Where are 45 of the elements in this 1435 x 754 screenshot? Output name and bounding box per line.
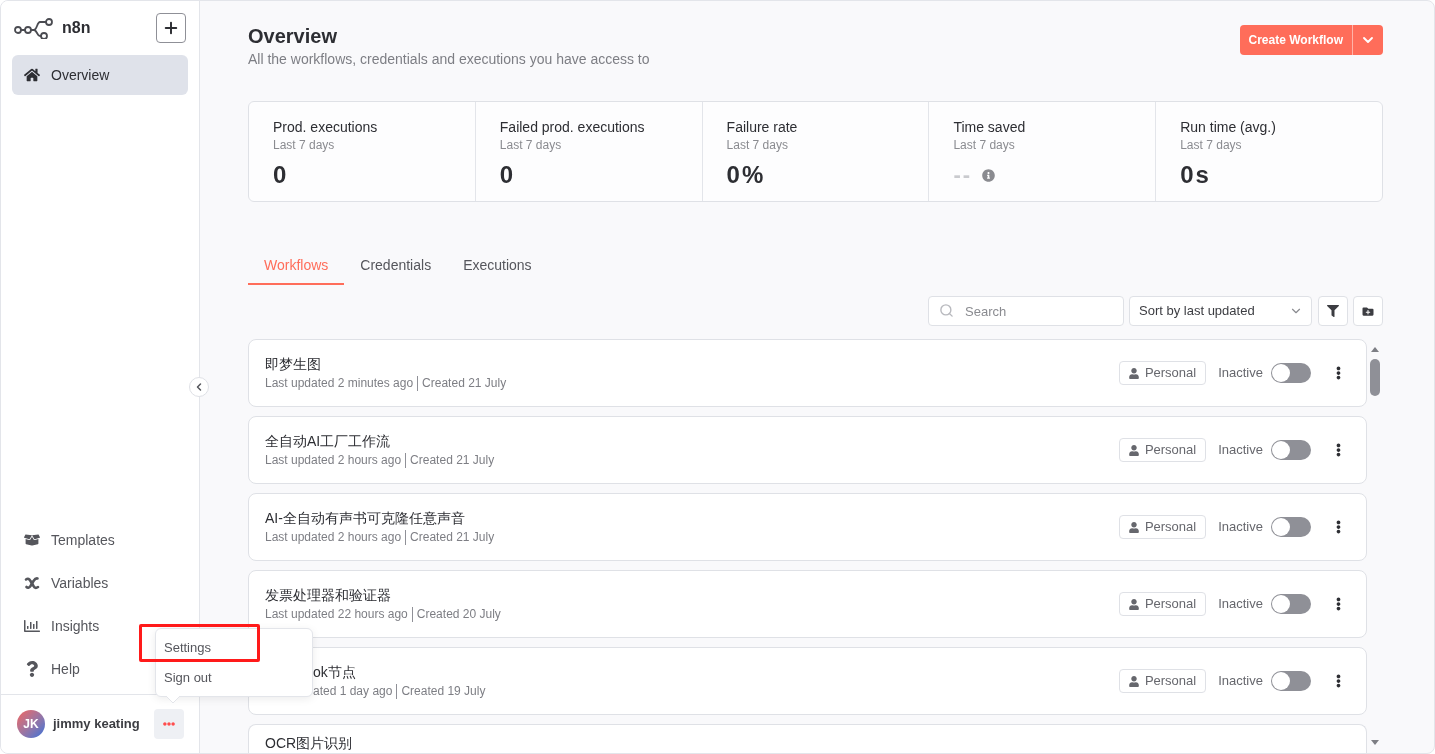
page-subtitle: All the workflows, credentials and executions you have access to <box>248 50 650 69</box>
status-label: Inactive <box>1218 595 1263 614</box>
owner-badge: Personal <box>1118 515 1207 539</box>
workflow-title: 即梦生图 <box>265 355 322 374</box>
stat-value: 0 <box>499 160 514 190</box>
workflow-title: AI-全自动有声书可克隆任意声音 <box>265 509 466 528</box>
created-text: Created 21 July <box>410 529 495 546</box>
created-text: Created 19 July <box>401 683 486 700</box>
created-text: Created 21 July <box>422 375 507 392</box>
owner-badge: Personal <box>1118 361 1207 385</box>
page-title: Overview <box>248 24 338 49</box>
stat-value: 0 <box>273 160 287 190</box>
stat-period: Last 7 days <box>499 137 563 153</box>
workflow-title: OCR图片识别 <box>265 734 353 752</box>
status-label: Inactive <box>1218 364 1263 383</box>
stat-label: Run time (avg.) <box>1180 118 1277 137</box>
created-text: Created 20 July <box>416 606 501 623</box>
stat-value: 0% <box>726 160 764 190</box>
stat-label: Failed prod. executions <box>499 118 646 137</box>
status-label: Inactive <box>1218 441 1263 460</box>
stat-label: Prod. executions <box>273 118 379 137</box>
updated-text: Last updated 2 minutes ago <box>265 375 414 392</box>
stat-label: Time saved <box>953 118 1027 137</box>
owner-badge: Personal <box>1118 669 1207 693</box>
updated-text: Last updated 22 hours ago <box>265 606 408 623</box>
updated-text: ated 1 day ago <box>313 683 393 700</box>
stat-period: Last 7 days <box>1180 137 1243 153</box>
stat-label: Failure rate <box>726 118 799 137</box>
status-label: Inactive <box>1218 518 1263 537</box>
workflow-title: ok节点 <box>313 663 357 682</box>
user-name: jimmy keating <box>53 715 140 734</box>
workflow-title: 发票处理器和验证器 <box>265 586 392 605</box>
created-text: Created 21 July <box>410 452 495 469</box>
owner-badge: Personal <box>1118 438 1207 462</box>
stat-period: Last 7 days <box>726 137 789 153</box>
owner-badge: Personal <box>1118 592 1207 616</box>
workflow-title: 全自动AI工厂工作流 <box>265 432 392 451</box>
updated-text: Last updated 2 hours ago <box>265 529 402 546</box>
status-label: Inactive <box>1218 672 1263 691</box>
updated-text: Last updated 2 hours ago <box>265 452 402 469</box>
brand-name: n8n <box>62 18 91 38</box>
stat-period: Last 7 days <box>273 137 336 153</box>
stat-value: -- <box>953 161 973 189</box>
stat-value: 0s <box>1180 160 1209 190</box>
stat-period: Last 7 days <box>953 137 1016 153</box>
